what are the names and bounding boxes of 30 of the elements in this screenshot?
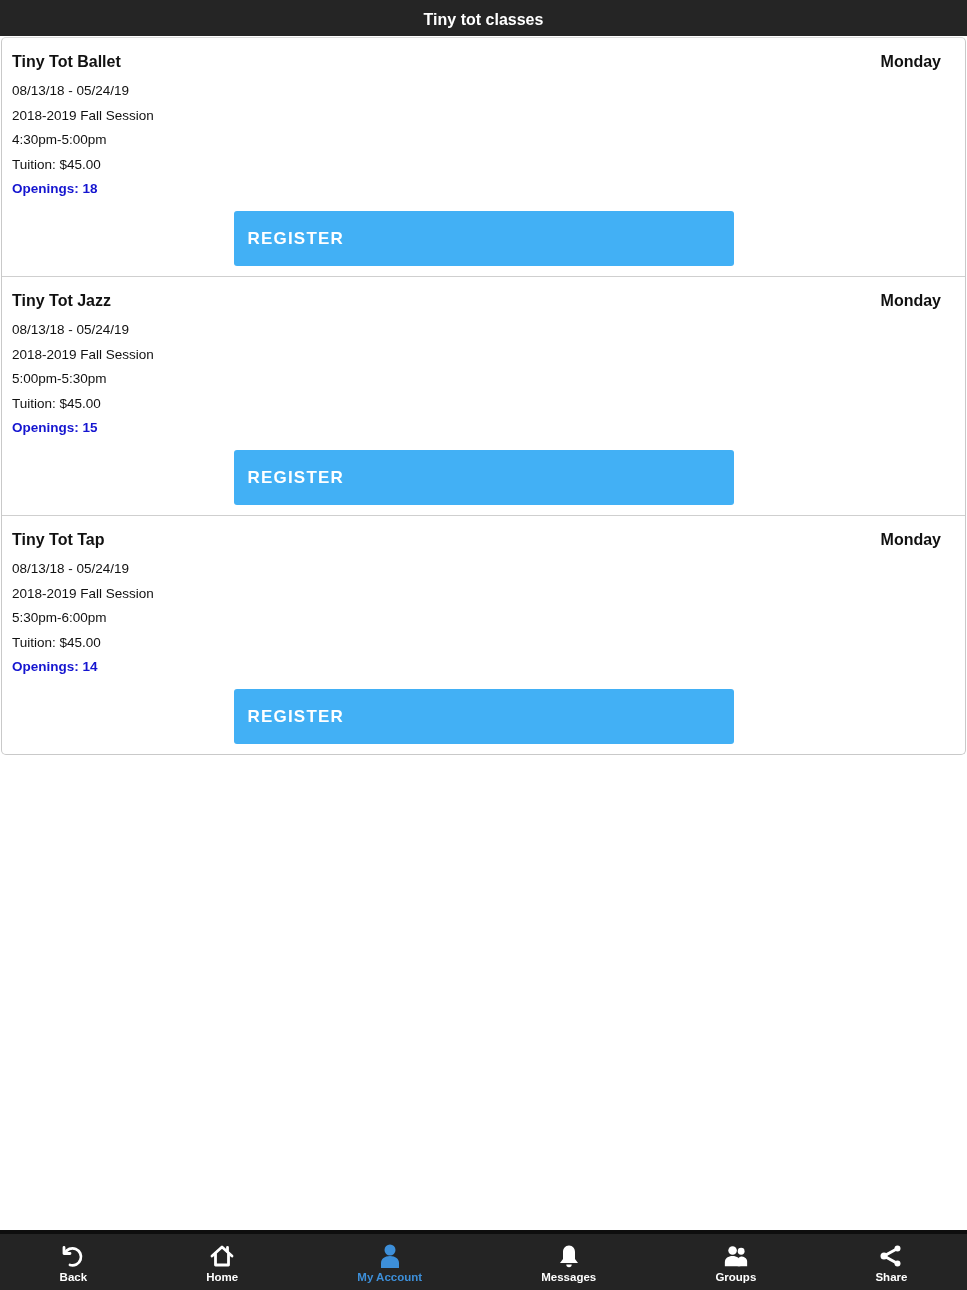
class-name: Tiny Tot Jazz — [12, 292, 111, 310]
class-session: 2018-2019 Fall Session — [12, 106, 154, 125]
tab-bar-item[interactable]: Groups — [715, 1240, 757, 1284]
class-day: Monday — [880, 531, 941, 549]
class-time: 5:30pm-6:00pm — [12, 609, 107, 627]
class-dates: 08/13/18 - 05/24/19 — [12, 82, 130, 100]
class-dates: 08/13/18 - 05/24/19 — [12, 560, 130, 578]
tab-bar-item[interactable]: Share — [875, 1240, 908, 1284]
class-day: Monday — [880, 292, 941, 310]
tab-bar-item[interactable]: Back — [59, 1240, 88, 1284]
house-icon — [210, 1243, 235, 1268]
tab-bar-item[interactable]: My Account — [357, 1240, 423, 1284]
class-tuition: Tuition: $45.00 — [12, 155, 101, 174]
class-tuition: Tuition: $45.00 — [12, 394, 101, 413]
tab-bar-item[interactable]: Messages — [541, 1240, 597, 1284]
people-icon — [723, 1243, 748, 1268]
class-name: Tiny Tot Tap — [12, 531, 105, 549]
class-session: 2018-2019 Fall Session — [12, 584, 154, 603]
class-day: Monday — [880, 53, 941, 71]
class-name: Tiny Tot Ballet — [12, 53, 121, 71]
class-openings: Openings: 14 — [12, 658, 98, 676]
class-tuition: Tuition: $45.00 — [12, 633, 101, 652]
class-time: 4:30pm-5:00pm — [12, 131, 107, 149]
class-openings: Openings: 15 — [12, 419, 98, 437]
page-title: Tiny tot classes — [423, 10, 544, 29]
class-dates: 08/13/18 - 05/24/19 — [12, 321, 130, 339]
class-openings: Openings: 18 — [12, 180, 98, 198]
class-time: 5:00pm-5:30pm — [12, 370, 107, 388]
class-session: 2018-2019 Fall Session — [12, 345, 154, 364]
tab-bar-item[interactable]: Home — [206, 1240, 239, 1284]
